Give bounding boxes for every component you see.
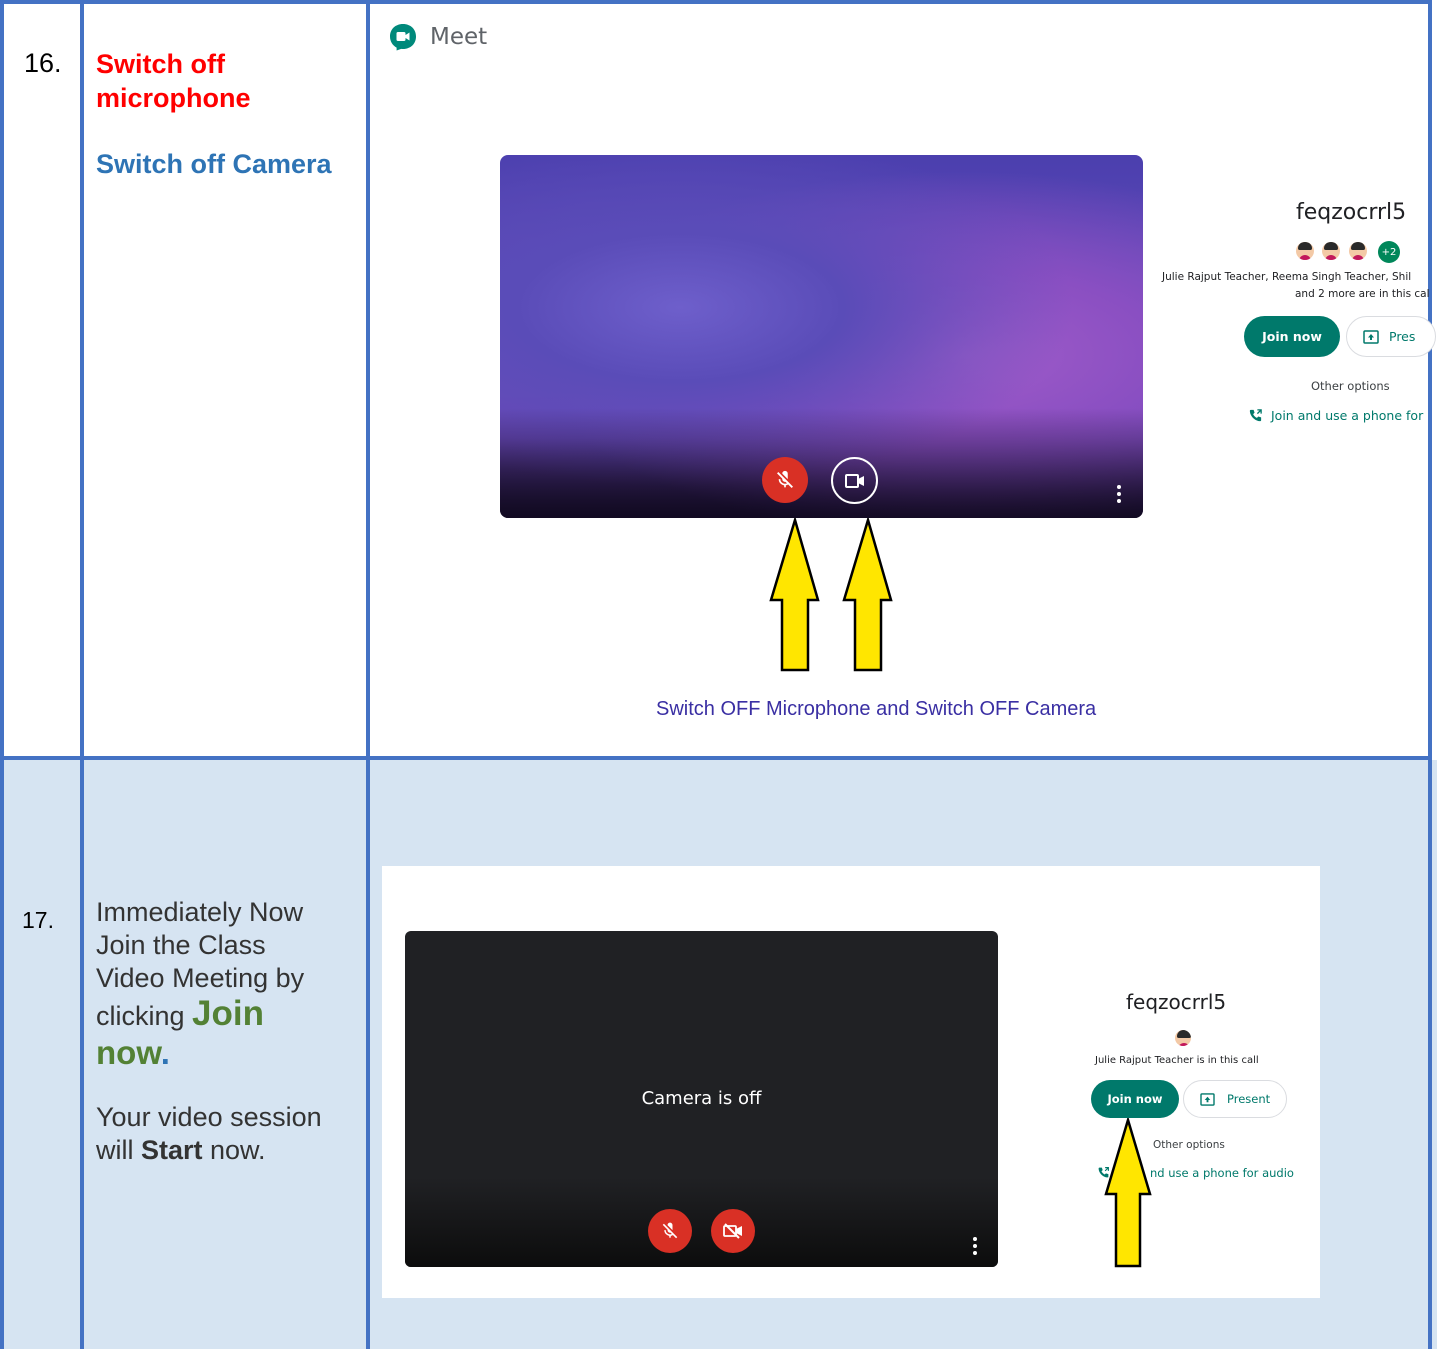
participant-avatar — [1296, 242, 1314, 260]
step-16-heading-line2: microphone — [96, 83, 251, 113]
step-17-line3: Video Meeting by — [96, 963, 305, 993]
video-preview-dark: Camera is off — [405, 931, 998, 1267]
microphone-off-icon — [662, 1222, 678, 1239]
present-button[interactable]: Pres — [1346, 316, 1436, 357]
step-17-line2: Join the Class — [96, 930, 266, 960]
other-options-label: Other options — [1311, 379, 1390, 393]
arrow-up-icon — [1104, 1118, 1152, 1268]
meet-logo-icon — [390, 24, 416, 51]
table-border-right — [1428, 0, 1432, 1349]
table-border-col1 — [80, 0, 84, 1349]
microphone-off-button[interactable] — [648, 1209, 692, 1253]
step-17-line4: clicking Join — [96, 994, 322, 1033]
present-button-label: Pres — [1389, 329, 1416, 344]
participant-avatar — [1175, 1030, 1191, 1046]
participants-count: and 2 more are in this cal — [1295, 288, 1430, 300]
join-now-button[interactable]: Join now — [1244, 316, 1340, 357]
table-border-top — [0, 0, 1432, 4]
microphone-off-icon — [777, 470, 793, 488]
step-17-clicking: clicking — [96, 1001, 193, 1031]
step-17-line1: Immediately Now — [96, 897, 304, 927]
microphone-off-button[interactable] — [762, 457, 808, 503]
camera-off-button[interactable] — [711, 1209, 755, 1253]
step-16-subheading: Switch off Camera — [96, 149, 332, 179]
meet-app-name: Meet — [430, 24, 488, 50]
video-camera-icon — [844, 473, 864, 488]
step-number-16: 16. — [24, 48, 62, 78]
participants-line: Julie Rajput Teacher is in this call — [1095, 1055, 1259, 1066]
step-16-heading-line1: Switch off — [96, 49, 225, 79]
step-17-now-dot: . — [160, 1034, 170, 1071]
video-preview-shade — [500, 408, 1143, 518]
step-17-will: will — [96, 1135, 141, 1165]
participant-avatar — [1349, 242, 1367, 260]
phone-audio-option-label: nd use a phone for audio — [1150, 1166, 1294, 1180]
arrow-up-icon — [842, 518, 893, 672]
present-button-label: Present — [1227, 1092, 1271, 1106]
step-16-heading: Switch off microphone — [96, 47, 251, 115]
video-preview-purple — [500, 155, 1143, 518]
step-17-now-suffix: now. — [202, 1135, 266, 1165]
step-17-line5: Your video session — [96, 1102, 322, 1132]
step-17-join-word: Join — [192, 994, 264, 1033]
step-number-17: 17. — [22, 907, 54, 933]
video-camera-off-icon — [723, 1223, 742, 1239]
phone-audio-option-label: Join and use a phone for — [1271, 408, 1424, 423]
step-17-line6: will Start now. — [96, 1134, 322, 1167]
phone-audio-option[interactable]: Join and use a phone for — [1248, 408, 1423, 423]
table-border-row-divider — [0, 756, 1432, 760]
table-border-left — [0, 0, 4, 1349]
more-options-icon[interactable] — [973, 1237, 977, 1258]
participant-avatar — [1322, 242, 1340, 260]
arrow-up-icon — [769, 518, 820, 672]
present-screen-icon — [1200, 1092, 1215, 1106]
step-17-now-word: now — [96, 1034, 161, 1071]
step-17-instructions: Immediately Now Join the Class Video Mee… — [96, 896, 322, 1167]
more-options-icon[interactable] — [1117, 485, 1121, 506]
meeting-code: feqzocrrl5 — [1126, 990, 1227, 1014]
other-options-label: Other options — [1153, 1139, 1225, 1151]
join-now-button[interactable]: Join now — [1091, 1080, 1179, 1118]
camera-button[interactable] — [831, 457, 878, 504]
step-17-now-line: now. — [96, 1033, 322, 1073]
phone-icon — [1249, 409, 1262, 422]
table-border-col2 — [366, 0, 370, 1349]
participants-names: Julie Rajput Teacher, Reema Singh Teache… — [1162, 271, 1412, 283]
present-screen-icon — [1363, 329, 1379, 344]
present-button[interactable]: Present — [1183, 1080, 1287, 1118]
pointer-arrows — [769, 518, 893, 672]
camera-off-label: Camera is off — [641, 1088, 762, 1109]
video-preview-shade — [405, 1177, 998, 1267]
step-17-start-word: Start — [141, 1135, 203, 1165]
step-16-caption: Switch OFF Microphone and Switch OFF Cam… — [656, 698, 1097, 720]
pointer-arrow — [1104, 1118, 1152, 1268]
extra-participants-badge: +2 — [1378, 241, 1400, 263]
meeting-code: feqzocrrl5 — [1296, 200, 1407, 225]
